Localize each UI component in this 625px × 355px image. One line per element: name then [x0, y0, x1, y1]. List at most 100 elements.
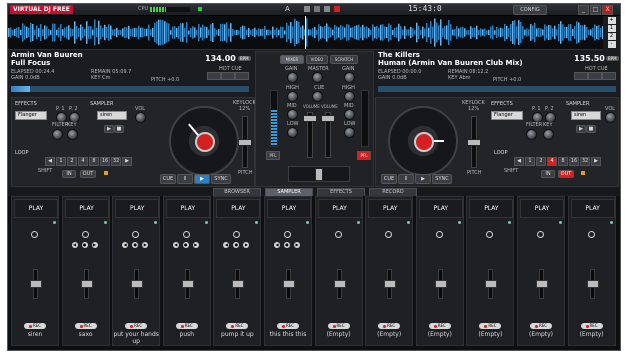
mixer-high-right-knob[interactable]: [344, 91, 355, 102]
deck-left-loop-lock-icon[interactable]: [104, 171, 108, 175]
deck-right-jog-wheel[interactable]: [388, 106, 458, 176]
deck-right-loop-size-button[interactable]: 2: [536, 157, 546, 166]
sampler-play-button[interactable]: PLAY: [368, 199, 413, 218]
sampler-volume-slider[interactable]: [384, 269, 397, 299]
deck-right-sampler-vol-knob[interactable]: [605, 112, 616, 123]
mixer-cue-knob[interactable]: [312, 91, 323, 102]
record-mode-icon[interactable]: [324, 6, 330, 12]
deck-left-effect-select[interactable]: Flanger: [15, 111, 47, 120]
deck-left-pitch-slider-knob[interactable]: [238, 139, 252, 146]
sampler-rec-button[interactable]: REC: [226, 323, 249, 329]
zoom-out-button[interactable]: -: [607, 41, 616, 48]
deck-right-loop-next-button[interactable]: ▶: [591, 157, 601, 166]
sampler-volume-slider[interactable]: [131, 269, 144, 299]
deck-right-loop-lock-icon[interactable]: [581, 171, 585, 175]
sampler-play-button[interactable]: PLAY: [317, 199, 362, 218]
mixer-volume-right-fader[interactable]: [321, 112, 335, 158]
sampler-loop-mode-icon[interactable]: [182, 231, 190, 238]
sampler-volume-knob[interactable]: [536, 280, 548, 288]
deck-right-loop-size-button[interactable]: 32: [580, 157, 590, 166]
sampler-loop-mode-icon[interactable]: [435, 231, 443, 238]
deck-left-loop-out-button[interactable]: OUT: [80, 170, 96, 178]
crossfader-knob[interactable]: [315, 168, 323, 181]
sampler-rec-button[interactable]: REC: [277, 323, 299, 329]
deck-left-hotcue-1[interactable]: [207, 72, 221, 80]
sampler-volume-slider[interactable]: [80, 269, 93, 299]
close-button[interactable]: X: [602, 5, 613, 15]
sampler-stop-button[interactable]: ●: [132, 242, 139, 248]
deck-right-loop-in-button[interactable]: IN: [541, 170, 555, 178]
deck-left-sampler-play-button[interactable]: ▶: [104, 125, 114, 133]
mixer-volume-right-knob[interactable]: [321, 115, 335, 122]
deck-left-loop-next-button[interactable]: ▶: [122, 157, 132, 166]
deck-right-pitch-slider-knob[interactable]: [467, 139, 481, 146]
deck-left-position-bar[interactable]: [11, 86, 249, 92]
deck-right-hotcue-3[interactable]: [602, 72, 616, 80]
deck-left-loop-in-button[interactable]: IN: [62, 170, 76, 178]
deck-left-filter-knob[interactable]: [52, 129, 63, 140]
deck-right-loop-size-button[interactable]: 8: [558, 157, 568, 166]
deck-left-hotcue-2[interactable]: [221, 72, 235, 80]
sampler-rec-button[interactable]: REC: [24, 323, 46, 329]
sampler-volume-knob[interactable]: [586, 280, 599, 288]
deck-right-loop-prev-button[interactable]: ◀: [514, 157, 524, 166]
sampler-volume-knob[interactable]: [384, 280, 397, 288]
sampler-stop-button[interactable]: ●: [233, 242, 240, 248]
waveform-overview[interactable]: [8, 16, 603, 50]
sampler-rec-button[interactable]: REC: [74, 323, 97, 329]
sampler-play-button[interactable]: PLAY: [165, 199, 210, 218]
deck-left-hotcue-3[interactable]: [235, 72, 249, 80]
crossfader[interactable]: [288, 166, 350, 182]
deck-left-loop-size-button[interactable]: 8: [89, 157, 99, 166]
sampler-prev-button[interactable]: ◀: [122, 242, 129, 248]
mixer-gain-left-knob[interactable]: [287, 72, 298, 83]
zoom-level-1-button[interactable]: 1: [607, 25, 616, 32]
deck-left-loop-size-button[interactable]: 1: [56, 157, 66, 166]
scratch-tab-button[interactable]: SCRATCH: [330, 55, 358, 64]
deck-left-sync-button[interactable]: SYNC: [211, 174, 231, 184]
sampler-volume-slider[interactable]: [485, 269, 498, 299]
sampler-volume-knob[interactable]: [232, 280, 245, 288]
sampler-volume-knob[interactable]: [181, 280, 194, 288]
sampler-volume-knob[interactable]: [485, 280, 498, 288]
sampler-next-button[interactable]: ▶: [294, 242, 300, 248]
deck-left-loop-size-button[interactable]: 2: [67, 157, 77, 166]
config-button[interactable]: CONFIG: [513, 5, 547, 15]
deck-left-pitch-slider[interactable]: [238, 116, 252, 168]
mixer-low-right-knob[interactable]: [344, 127, 355, 138]
sampler-rec-button[interactable]: REC: [378, 323, 401, 329]
pfl-left-button[interactable]: PFL: [266, 151, 280, 160]
zoom-level-2-button[interactable]: 2: [607, 33, 616, 40]
rec-indicator-icon[interactable]: [334, 6, 340, 12]
sampler-play-button[interactable]: PLAY: [469, 199, 514, 218]
sampler-loop-mode-icon[interactable]: [132, 231, 140, 238]
deck-left-sampler-select[interactable]: siren: [97, 111, 127, 120]
deck-right-effect-select[interactable]: Flanger: [491, 111, 523, 120]
deck-left-sampler-stop-button[interactable]: ■: [114, 125, 124, 133]
mixer-low-left-knob[interactable]: [287, 127, 298, 138]
deck-right-loop-size-button[interactable]: 1: [525, 157, 535, 166]
deck-right-filter-knob[interactable]: [526, 129, 537, 140]
sampler-play-button[interactable]: PLAY: [267, 199, 311, 218]
sampler-volume-knob[interactable]: [434, 280, 447, 288]
sampler-stop-button[interactable]: ●: [81, 242, 88, 248]
sampler-loop-mode-icon[interactable]: [233, 231, 241, 238]
sampler-prev-button[interactable]: ◀: [71, 242, 78, 248]
sampler-volume-slider[interactable]: [30, 269, 42, 299]
sampler-volume-slider[interactable]: [536, 269, 548, 299]
video-tab-button[interactable]: VIDEO: [306, 55, 328, 64]
deck-right-sampler-stop-button[interactable]: ■: [586, 125, 596, 133]
deck-right-cue-button[interactable]: CUE: [381, 174, 397, 184]
deck-right-bpm-tag[interactable]: BPM: [606, 56, 619, 61]
deck-left-bpm-tag[interactable]: BPM: [238, 56, 251, 61]
mixer-high-left-knob[interactable]: [287, 91, 298, 102]
deck-right-loop-size-button[interactable]: 4: [547, 157, 557, 166]
deck-left-play-button[interactable]: ▶: [194, 174, 210, 184]
sampler-rec-button[interactable]: REC: [175, 323, 198, 329]
deck-left-key-knob[interactable]: [67, 129, 78, 140]
deck-left-pause-button[interactable]: II: [177, 174, 193, 184]
sampler-rec-button[interactable]: REC: [580, 323, 603, 329]
sampler-next-button[interactable]: ▶: [142, 242, 149, 248]
sampler-volume-slider[interactable]: [586, 269, 599, 299]
deck-right-loop-out-button[interactable]: OUT: [558, 170, 574, 178]
